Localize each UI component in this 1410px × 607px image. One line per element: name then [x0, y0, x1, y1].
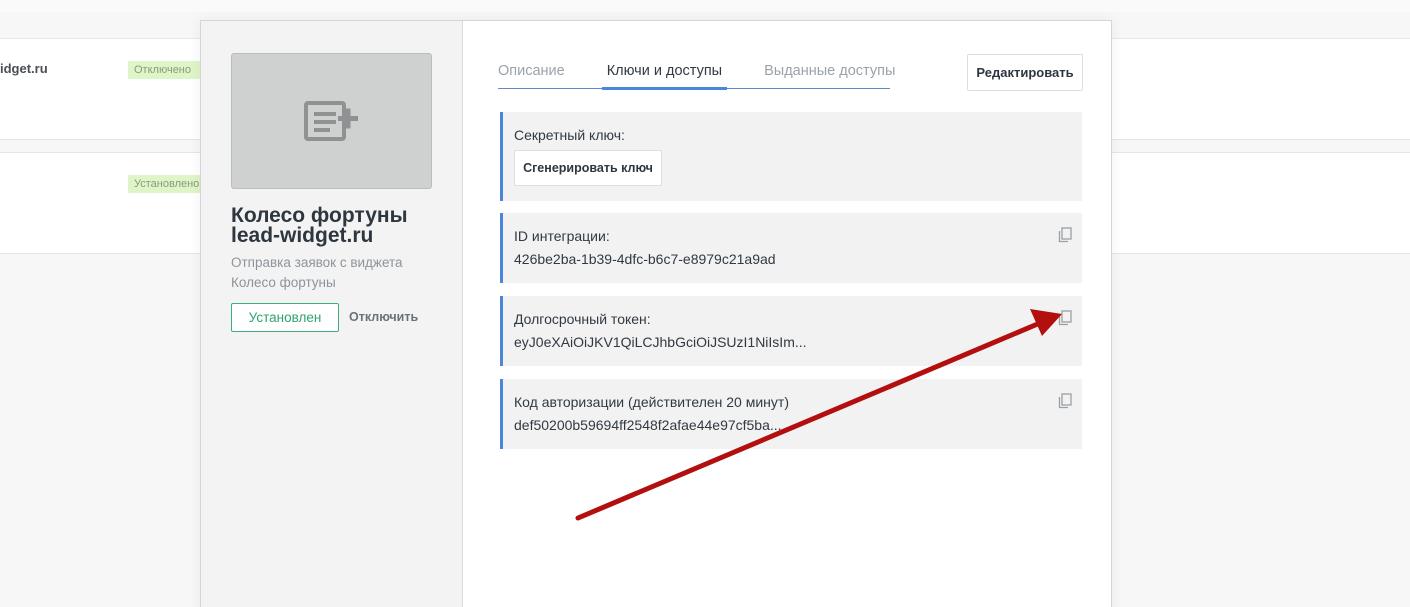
field-label: Долгосрочный токен: [514, 311, 651, 327]
auth-code-field: Код авторизации (действителен 20 минут) … [500, 379, 1082, 449]
secret-key-field: Секретный ключ: Сгенерировать ключ [500, 112, 1082, 201]
widget-settings-modal: Колесо фортуны lead-widget.ru Отправка з… [200, 20, 1112, 607]
tab-description[interactable]: Описание [498, 63, 565, 89]
widget-description: Отправка заявок с виджета Колесо фортуны [231, 255, 403, 290]
field-value: def50200b59694ff2548f2afae44e97cf5ba... [514, 417, 782, 433]
widget-placeholder-icon [303, 101, 358, 141]
widget-title-line: lead-widget.ru [231, 224, 374, 247]
copy-icon[interactable] [1058, 227, 1072, 243]
field-value: 426be2ba-1b39-4dfc-b6c7-e8979c21a9ad [514, 251, 776, 267]
copy-icon[interactable] [1058, 393, 1072, 409]
tab-issued-access[interactable]: Выданные доступы [764, 63, 895, 89]
tab-bar: Описание Ключи и доступы Выданные доступ… [498, 63, 895, 90]
status-badge: Отключено [128, 61, 208, 79]
widget-info-pane: Колесо фортуны lead-widget.ru Отправка з… [201, 21, 463, 607]
edit-button[interactable]: Редактировать [967, 54, 1083, 91]
integration-id-field: ID интеграции: 426be2ba-1b39-4dfc-b6c7-e… [500, 213, 1082, 283]
status-badge: Установлено [128, 175, 208, 193]
disable-link[interactable]: Отключить [349, 310, 418, 324]
field-label: ID интеграции: [514, 228, 610, 244]
widget-title: Колесо фортуны lead-widget.ru [231, 204, 446, 247]
widget-preview [231, 53, 432, 189]
field-value: eyJ0eXAiOiJKV1QiLCJhbGciOiJSUzI1NiIsIm..… [514, 334, 807, 350]
long-token-field: Долгосрочный токен: eyJ0eXAiOiJKV1QiLCJh… [500, 296, 1082, 366]
widget-title-line: Колесо фортуны [231, 204, 408, 227]
generate-key-button[interactable]: Сгенерировать ключ [514, 150, 662, 186]
field-label: Секретный ключ: [514, 127, 625, 143]
keys-pane: Описание Ключи и доступы Выданные доступ… [463, 21, 1113, 607]
copy-icon[interactable] [1058, 310, 1072, 326]
installed-button[interactable]: Установлен [231, 303, 339, 332]
top-strip [0, 0, 1410, 12]
list-item-name: idget.ru [0, 61, 48, 76]
tab-keys-access[interactable]: Ключи и доступы [601, 63, 728, 90]
field-label: Код авторизации (действителен 20 минут) [514, 394, 789, 410]
